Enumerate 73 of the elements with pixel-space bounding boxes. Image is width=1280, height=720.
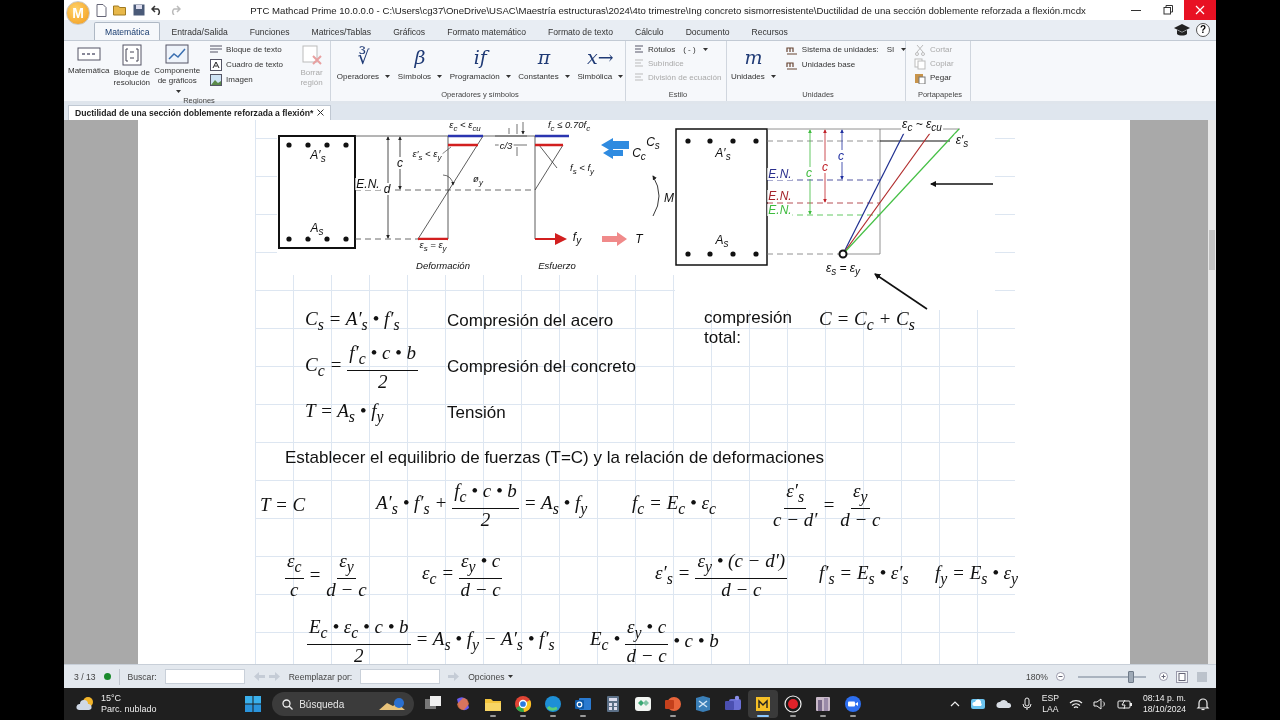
ribbon-button[interactable]: Bloque de resolución xyxy=(113,43,151,88)
ribbon-tab[interactable]: Matemática xyxy=(94,21,161,40)
units-button[interactable]: m Unidades xyxy=(731,43,776,82)
math-equation: C$_{c}$ = f′$_{c}$ • c • b 2 xyxy=(305,341,418,392)
math-equation: C$_{s}$ = A′$_{s}$ • f′$_{s}$ xyxy=(305,307,400,334)
diagram-label: d xyxy=(382,182,392,195)
ribbon-button[interactable]: x→ Simbólica xyxy=(577,43,624,82)
ribbon-tab[interactable]: Cálculo xyxy=(623,21,675,40)
ribbon-button[interactable]: Pegar xyxy=(914,71,952,84)
ribbon-button[interactable]: Unidades base xyxy=(785,58,907,71)
math-equation: f′$_{s}$ = E$_{s}$ • ε′$_{s}$ xyxy=(819,561,909,588)
weather-text: Parc. nublado xyxy=(101,704,157,716)
diagram-label: c/3 xyxy=(498,140,514,151)
math-equation: E$_{c}$ • ε$_{c}$ • c • b 2 = A$_{s}$ • f$_{y}$ − A′$_{s}$ • f′$_{s}$ xyxy=(307,615,555,665)
diagram-label: A$_{s}$ xyxy=(714,233,730,250)
diagram-label: c xyxy=(821,160,829,173)
window-title: PTC Mathcad Prime 10.0.0.0 - C:\Users\cg37\OneDrive\USAC\Maestría estructuras\2024\4to trimestre\Ing concreto sismorresistente\Ductilidad de una sección doblemente reforzada a flexión.mcdx xyxy=(249,4,1087,16)
ribbon-button[interactable]: π Constantes xyxy=(518,43,570,82)
diagram-label: A′$_{s}$ xyxy=(714,146,732,163)
math-equation: T = A$_{s}$ • f$_{y}$ xyxy=(305,399,384,426)
zoom-percentage: 180% xyxy=(1026,671,1048,682)
ribbon-button[interactable]: Imagen xyxy=(210,73,284,86)
math-equation: f$_{c}$ = E$_{c}$ • ε$_{c}$ xyxy=(632,491,716,518)
ribbon-button[interactable]: Cuadro de texto xyxy=(210,58,284,71)
diagram-label: Deformación xyxy=(415,260,471,271)
ribbon-tab[interactable]: Funciones xyxy=(238,21,301,40)
diagram-label: f$_{y}$ xyxy=(571,230,583,247)
math-equation: C = C$_{c}$ + C$_{s}$ xyxy=(819,307,915,334)
equation-description: Compresión del acero xyxy=(447,310,614,331)
replace-label: Reemplazar por: xyxy=(288,671,353,682)
diagram-label: T xyxy=(634,232,644,245)
diagram-label: Esfuerzo xyxy=(537,260,577,271)
ribbon-button[interactable]: Rótulos ( - ) xyxy=(634,43,708,56)
document-tab[interactable]: Ductilidad de una sección doblemente reforzada a flexión* xyxy=(68,104,332,120)
equation-description: Tensión xyxy=(447,402,506,423)
options-button[interactable]: Opciones xyxy=(468,671,513,682)
ribbon-tab[interactable]: Documento xyxy=(674,21,741,40)
ribbon-button[interactable]: β Símbolos xyxy=(397,43,443,82)
ribbon-button[interactable]: ∛ Operadores xyxy=(336,43,391,82)
ribbon-tab[interactable]: Gráficos xyxy=(382,21,437,40)
diagram-label: A′$_{s}$ xyxy=(309,148,327,165)
math-equation: T = C xyxy=(260,493,306,516)
diagram-label: ε′$_{s}$ xyxy=(954,133,970,150)
ribbon-button[interactable]: Componente de gráficos xyxy=(154,43,201,96)
diagram-label: c xyxy=(396,156,404,169)
find-label: Buscar: xyxy=(127,671,157,682)
ribbon-button[interactable]: Matemática xyxy=(68,43,110,76)
ribbon-button[interactable]: Bloque de texto xyxy=(210,43,284,56)
math-equation: f$_{y}$ = E$_{s}$ • ε$_{y}$ xyxy=(935,561,1019,588)
equation-description: compresión total: xyxy=(704,306,793,348)
equation-description: Compresión del concreto xyxy=(447,356,636,377)
math-equation: ε′$_{s}$ = ε$_{y}$ • (c − d′) d − c xyxy=(655,549,788,600)
ribbon-tab[interactable]: Entrada/Salida xyxy=(160,21,239,40)
ribbon-tab[interactable]: Matrices/Tablas xyxy=(300,21,383,40)
clock[interactable]: 08:14 p. m. 18/10/2024 xyxy=(1143,693,1186,716)
ribbon-tab[interactable]: Recursos xyxy=(740,21,799,40)
language-indicator[interactable]: ESP LAA xyxy=(1041,693,1059,716)
help-button[interactable]: ? xyxy=(1196,22,1210,37)
ribbon-tab[interactable]: Formato matemático xyxy=(436,21,537,40)
diagram-label: A$_{s}$ xyxy=(309,221,325,238)
ribbon-tab[interactable]: Formato de texto xyxy=(537,21,624,40)
page-indicator: 3 / 13 xyxy=(74,671,96,682)
diagram-label: c xyxy=(805,166,813,179)
ribbon-button[interactable]: Sistema de unidades: SI xyxy=(785,43,907,56)
math-equation: ε$_{c}$ = ε$_{y}$ • c d − c xyxy=(422,549,503,600)
taskbar-search-field[interactable]: Búsqueda xyxy=(272,692,415,717)
ribbon-button[interactable]: if Programación xyxy=(449,43,511,82)
diagram-label: C$_{s}$ xyxy=(645,135,661,152)
math-equation: A′$_{s}$ • f′$_{s}$ + f$_{c}$ • c • b 2 = A$_{s}$ • f$_{y}$ xyxy=(376,479,588,530)
temperature-text: 15°C xyxy=(101,693,123,705)
diagram-label: c xyxy=(837,149,845,162)
diagram-label: C$_{c}$ xyxy=(631,146,647,163)
worksheet-text: Establecer el equilibrio de fuerzas (T=C) y la relación de deformaciones xyxy=(285,446,825,469)
